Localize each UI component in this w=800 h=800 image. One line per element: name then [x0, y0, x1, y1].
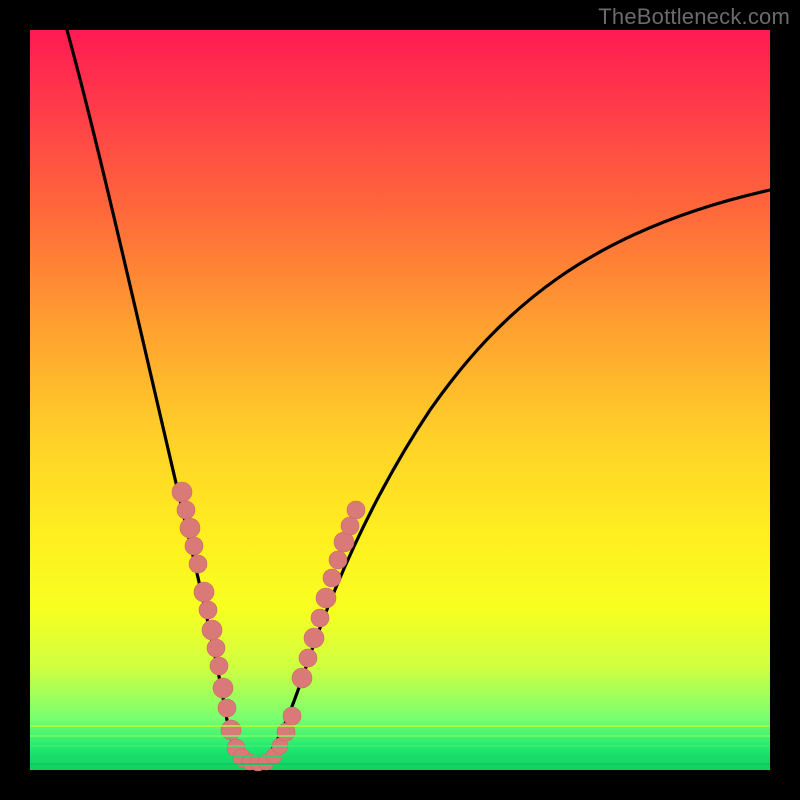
plot-area [30, 30, 770, 770]
bottleneck-curve [67, 30, 770, 763]
bottom-bands [30, 726, 770, 764]
curve-layer [30, 30, 770, 770]
watermark-text: TheBottleneck.com [598, 4, 790, 30]
right-branch-markers [266, 501, 365, 764]
left-branch-markers [172, 482, 274, 771]
chart-frame: TheBottleneck.com [0, 0, 800, 800]
